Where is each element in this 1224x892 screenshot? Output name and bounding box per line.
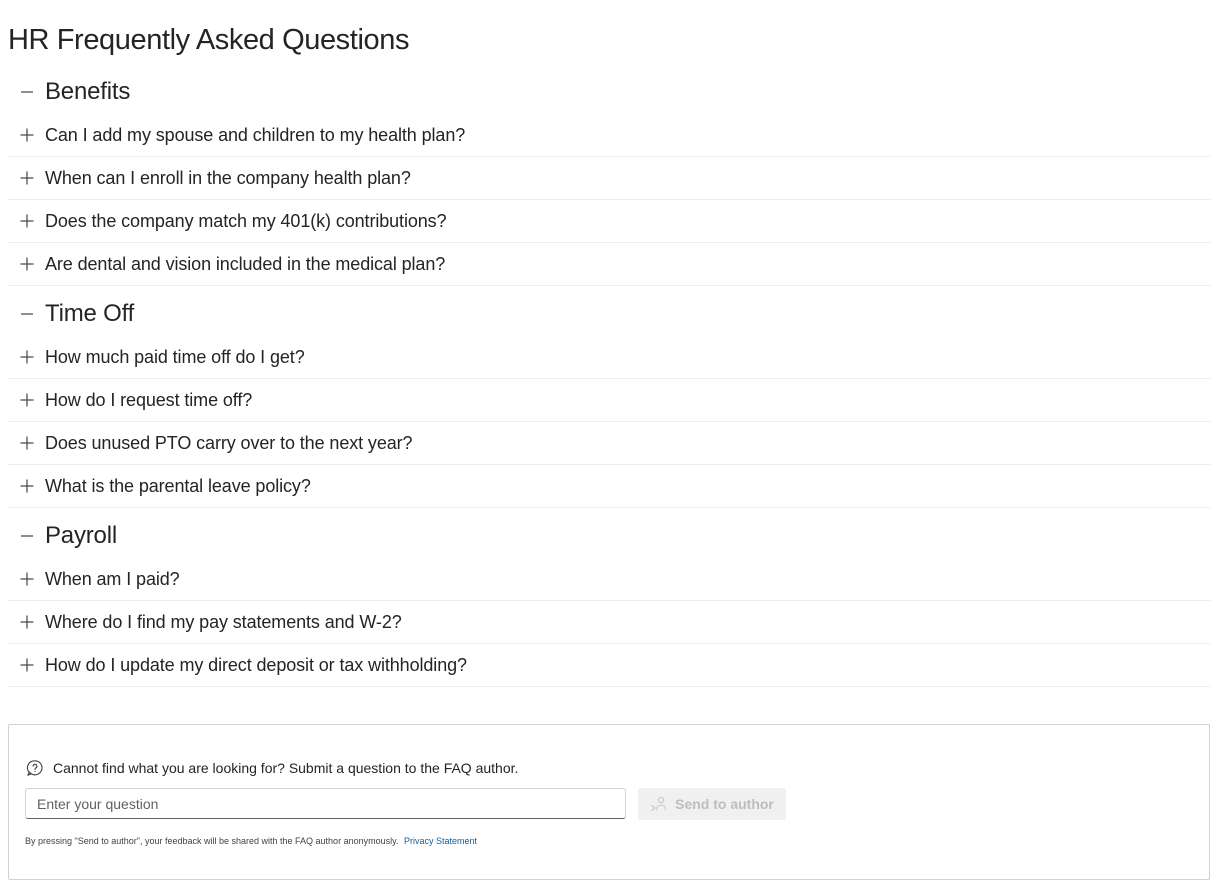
plus-icon[interactable] [8,393,46,407]
faq-question-text: How much paid time off do I get? [45,347,305,367]
faq-question-text: Where do I find my pay statements and W-… [45,612,402,632]
section-header[interactable]: Time Off [8,292,1211,336]
page-title: HR Frequently Asked Questions [8,24,410,56]
question-input[interactable] [25,788,626,819]
faq-question-text: Does unused PTO carry over to the next y… [45,433,413,453]
minus-icon[interactable] [8,307,46,321]
disclaimer: By pressing "Send to author", your feedb… [25,836,477,846]
send-to-author-button[interactable]: Send to author [638,788,786,820]
plus-icon[interactable] [8,572,46,586]
section-title: Payroll [45,522,117,549]
plus-icon[interactable] [8,479,46,493]
plus-icon[interactable] [8,350,46,364]
faq-question-row[interactable]: What is the parental leave policy? [8,465,1211,508]
faq-question-text: How do I request time off? [45,390,253,410]
faq-question-text: What is the parental leave policy? [45,476,311,496]
plus-icon[interactable] [8,214,46,228]
ask-prompt: Cannot find what you are looking for? Su… [26,759,518,777]
faq-question-row[interactable]: When am I paid? [8,558,1211,601]
faq-question-row[interactable]: Can I add my spouse and children to my h… [8,114,1211,157]
people-send-icon [650,796,675,812]
faq-question-text: When am I paid? [45,569,180,589]
disclaimer-text: By pressing "Send to author", your feedb… [25,836,399,846]
faq-question-row[interactable]: Where do I find my pay statements and W-… [8,601,1211,644]
faq-question-row[interactable]: How do I request time off? [8,379,1211,422]
question-bubble-icon [26,759,53,777]
faq-question-row[interactable]: When can I enroll in the company health … [8,157,1211,200]
section-header[interactable]: Benefits [8,70,1211,114]
faq-question-text: Are dental and vision included in the me… [45,254,446,274]
privacy-statement-link[interactable]: Privacy Statement [404,836,477,846]
ask-prompt-text: Cannot find what you are looking for? Su… [53,760,519,776]
faq-question-row[interactable]: Does unused PTO carry over to the next y… [8,422,1211,465]
faq-question-text: How do I update my direct deposit or tax… [45,655,467,675]
plus-icon[interactable] [8,171,46,185]
faq-list: Benefits Can I add my spouse and children… [8,70,1211,687]
faq-question-row[interactable]: Does the company match my 401(k) contrib… [8,200,1211,243]
plus-icon[interactable] [8,615,46,629]
send-to-author-label: Send to author [675,796,774,812]
plus-icon[interactable] [8,128,46,142]
section-title: Time Off [45,300,135,327]
minus-icon[interactable] [8,85,46,99]
faq-question-row[interactable]: How much paid time off do I get? [8,336,1211,379]
ask-question-panel: Cannot find what you are looking for? Su… [8,724,1210,880]
section-title: Benefits [45,78,131,105]
faq-question-row[interactable]: How do I update my direct deposit or tax… [8,644,1211,687]
faq-question-text: Can I add my spouse and children to my h… [45,125,466,145]
faq-question-row[interactable]: Are dental and vision included in the me… [8,243,1211,286]
plus-icon[interactable] [8,658,46,672]
section-header[interactable]: Payroll [8,514,1211,558]
plus-icon[interactable] [8,436,46,450]
plus-icon[interactable] [8,257,46,271]
faq-question-text: Does the company match my 401(k) contrib… [45,211,447,231]
faq-question-text: When can I enroll in the company health … [45,168,411,188]
minus-icon[interactable] [8,529,46,543]
